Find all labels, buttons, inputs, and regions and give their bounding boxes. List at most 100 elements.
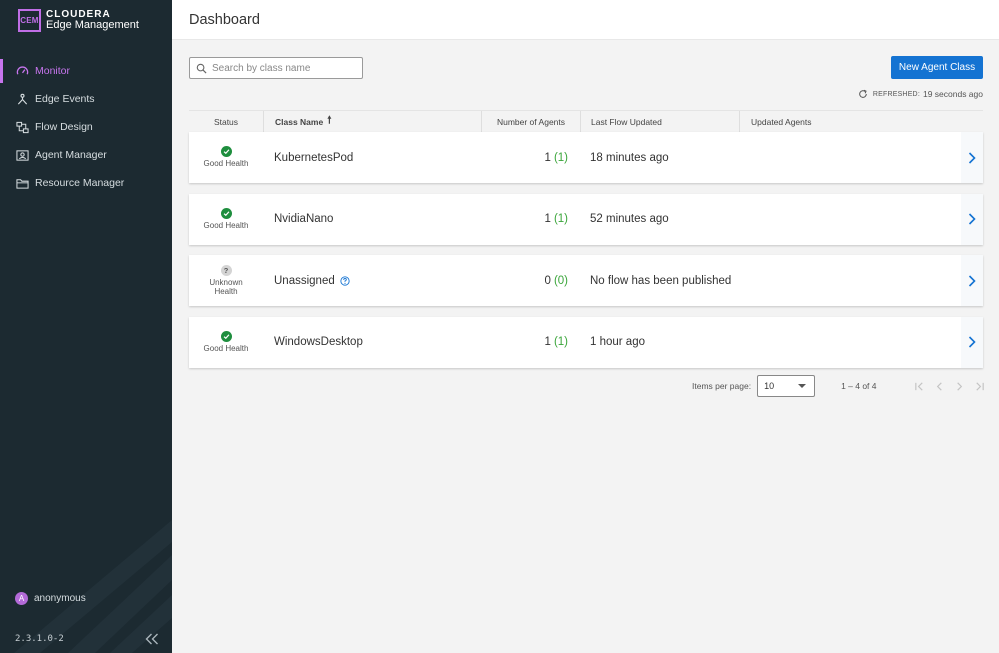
gauge-icon (16, 65, 29, 78)
next-page-button[interactable] (949, 378, 969, 394)
agents-count: 1 (544, 151, 551, 164)
cem-logo-icon: CEM (18, 9, 41, 32)
chevron-right-icon (968, 213, 976, 225)
last-flow-updated-cell: 18 minutes ago (590, 151, 669, 164)
sidebar-item-edge-events[interactable]: Edge Events (0, 85, 172, 113)
table-row[interactable]: Good Health NvidiaNano 1 (1) 52 minutes … (189, 193, 983, 245)
paginator: Items per page: 10 1 – 4 of 4 (692, 375, 877, 397)
class-name-cell: Unassigned (263, 255, 481, 306)
last-page-button[interactable] (969, 378, 989, 394)
chevron-left-icon (936, 381, 942, 391)
status-cell: Good Health (189, 132, 263, 183)
agent-class-table: Status Class Name 🠕 Number of Agents Las… (189, 110, 983, 378)
search-icon (196, 63, 207, 74)
agents-count: 0 (544, 274, 551, 287)
number-of-agents-cell: 1 (1) (481, 317, 580, 368)
agents-count: 1 (544, 213, 551, 225)
status-label: Unknown Health (209, 277, 243, 297)
chevron-right-icon (968, 336, 976, 348)
refresh-icon[interactable] (858, 89, 868, 99)
agent-icon (16, 149, 29, 162)
row-expand-button[interactable] (961, 132, 983, 183)
agents-ok-count: (1) (553, 151, 568, 164)
sort-ascending-icon: 🠕 (327, 115, 332, 126)
chevron-right-icon (968, 274, 976, 287)
status-label: Good Health (203, 343, 249, 353)
updated-agents-cell (739, 317, 983, 368)
check-circle-icon (220, 146, 232, 158)
dropdown-caret-icon (798, 384, 807, 388)
status-cell: Good Health (189, 194, 263, 245)
column-header-number-of-agents[interactable]: Number of Agents (481, 111, 580, 132)
table-row[interactable]: Good Health KubernetesPod 1 (1) 18 minut… (189, 132, 983, 183)
column-header-last-flow-updated[interactable]: Last Flow Updated (580, 111, 739, 132)
flow-icon (16, 121, 29, 134)
row-expand-button[interactable] (961, 316, 983, 368)
items-per-page-label: Items per page: (692, 381, 752, 391)
new-agent-class-button[interactable]: New Agent Class (891, 56, 983, 79)
collapse-sidebar-button[interactable] (145, 632, 159, 648)
first-page-icon (914, 381, 923, 391)
chevron-right-icon (956, 381, 962, 391)
double-chevron-left-icon (145, 633, 158, 645)
class-name-cell: WindowsDesktop (274, 336, 363, 348)
pagination-buttons (909, 378, 989, 394)
items-per-page-select[interactable]: 10 (757, 375, 816, 397)
items-per-page-value: 10 (764, 381, 775, 391)
updated-agents-cell (739, 132, 983, 183)
table-row[interactable]: ? Unknown Health Unassigned 0 (0) No flo… (189, 255, 983, 306)
version-label: 2.3.1.0-2 (15, 634, 64, 644)
last-flow-updated-cell: No flow has been published (590, 274, 732, 287)
check-circle-icon (220, 207, 232, 219)
last-flow-updated-cell: 52 minutes ago (590, 213, 669, 225)
sidebar-item-label: Monitor (35, 65, 71, 77)
sidebar-item-label: Edge Events (35, 93, 95, 105)
agents-ok-count: (0) (553, 274, 568, 287)
column-header-class-name[interactable]: Class Name 🠕 (263, 111, 481, 132)
sidebar-item-label: Resource Manager (35, 177, 125, 189)
class-name-text: Unassigned (274, 274, 335, 287)
first-page-button[interactable] (909, 378, 929, 394)
user-name: anonymous (34, 593, 86, 604)
search-input[interactable] (212, 62, 352, 74)
status-cell: ? Unknown Health (189, 255, 263, 306)
search-box[interactable] (189, 57, 363, 79)
table-header: Status Class Name 🠕 Number of Agents Las… (189, 110, 983, 132)
updated-agents-cell (739, 194, 983, 245)
events-icon (16, 93, 29, 106)
row-expand-button[interactable] (961, 193, 983, 245)
column-header-label: Class Name (275, 116, 324, 127)
app-logo[interactable]: CEM CLOUDERA Edge Management (18, 9, 139, 32)
number-of-agents-cell: 0 (0) (481, 255, 580, 306)
sidebar-item-resource-manager[interactable]: Resource Manager (0, 169, 172, 197)
avatar: A (15, 592, 28, 605)
status-label: Good Health (203, 159, 249, 169)
question-circle-icon: ? (220, 264, 232, 276)
user-menu[interactable]: A anonymous (15, 592, 86, 605)
sidebar-item-monitor[interactable]: Monitor (0, 57, 172, 85)
class-name-cell: NvidiaNano (274, 213, 334, 225)
sidebar-item-agent-manager[interactable]: Agent Manager (0, 141, 172, 169)
page-range-label: 1 – 4 of 4 (841, 381, 877, 391)
sidebar: CEM CLOUDERA Edge Management Monitor Edg… (0, 0, 172, 653)
refresh-status[interactable]: REFRESHED: 19 seconds ago (858, 89, 983, 99)
chevron-right-icon (968, 151, 976, 164)
check-circle-icon (220, 330, 232, 342)
table-row[interactable]: Good Health WindowsDesktop 1 (1) 1 hour … (189, 316, 983, 368)
agents-count: 1 (544, 336, 551, 348)
class-name-cell: KubernetesPod (274, 151, 354, 164)
sidebar-item-flow-design[interactable]: Flow Design (0, 113, 172, 141)
status-cell: Good Health (189, 317, 263, 368)
column-header-status[interactable]: Status (189, 111, 263, 132)
help-icon[interactable] (340, 275, 350, 286)
last-page-icon (975, 381, 984, 391)
number-of-agents-cell: 1 (1) (481, 194, 580, 245)
sidebar-item-label: Flow Design (35, 121, 93, 133)
column-header-updated-agents[interactable]: Updated Agents (739, 111, 983, 132)
last-flow-updated-cell: 1 hour ago (590, 336, 645, 348)
row-expand-button[interactable] (961, 255, 983, 306)
previous-page-button[interactable] (929, 378, 949, 394)
sidebar-item-label: Agent Manager (35, 149, 107, 161)
page-header: Dashboard (172, 0, 999, 40)
agents-ok-count: (1) (553, 213, 568, 225)
